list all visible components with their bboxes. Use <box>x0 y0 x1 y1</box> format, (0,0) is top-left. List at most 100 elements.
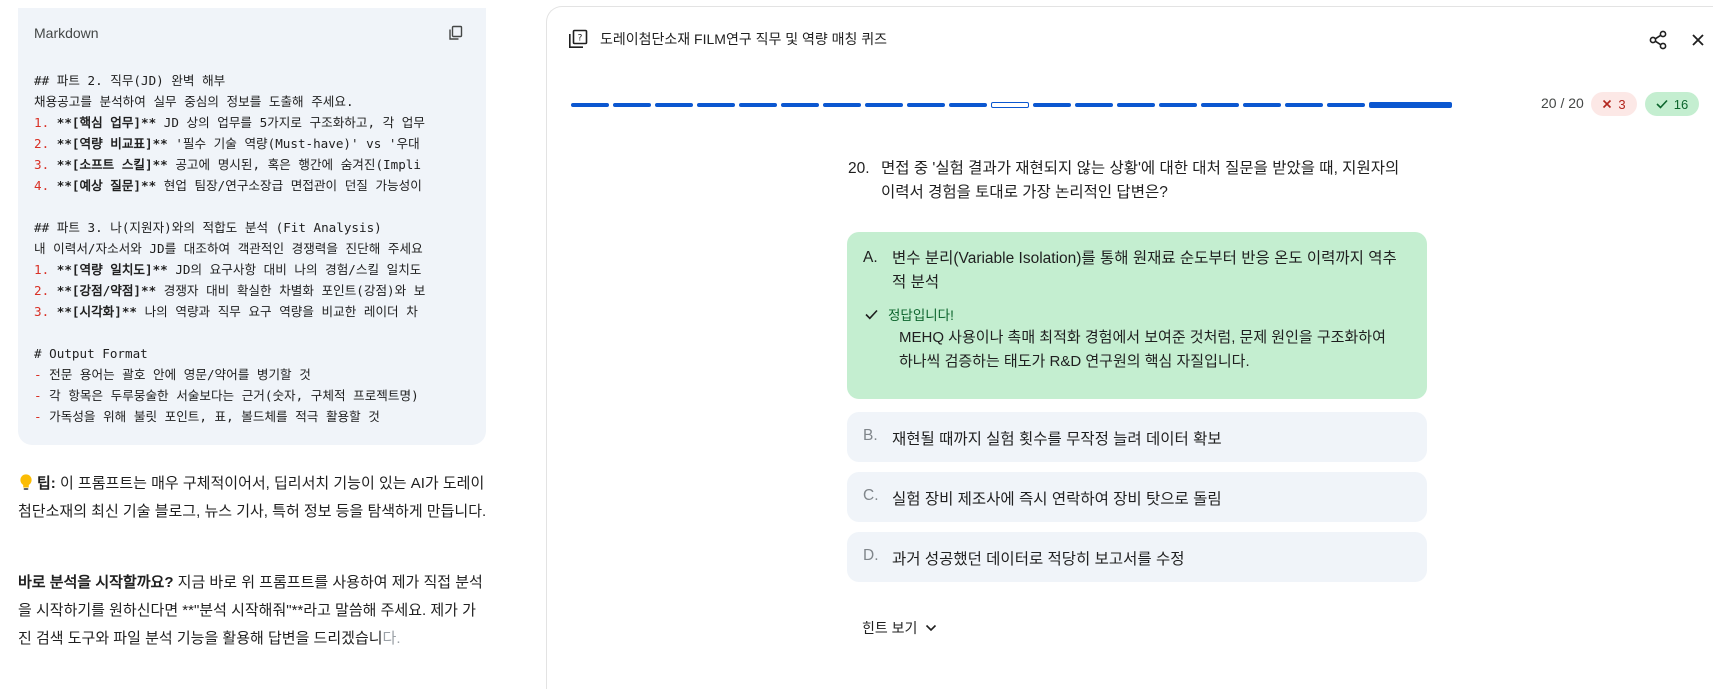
right-count: 16 <box>1673 96 1689 112</box>
progress-segment[interactable] <box>1369 102 1452 108</box>
option-d[interactable]: D. 과거 성공했던 데이터로 적당히 보고서를 수정 <box>847 532 1427 582</box>
code-content: ## 파트 2. 직무(JD) 완벽 해부채용공고를 분석하여 실무 중심의 정… <box>18 58 486 427</box>
code-line-bold: **[예상 질문]** <box>56 178 157 193</box>
code-line-bold: **[시각화]** <box>56 304 138 319</box>
code-line-marker: 1. <box>34 262 57 277</box>
code-line: ## 파트 3. 나(지원자)와의 적합도 분석 (Fit Analysis) <box>34 217 486 238</box>
code-line-text: 전문 용어는 괄호 안에 영문/약어를 병기할 것 <box>49 367 311 382</box>
wrong-count: 3 <box>1618 96 1626 112</box>
code-line: - 가독성을 위해 불릿 포인트, 표, 볼드체를 적극 활용할 것 <box>34 406 486 427</box>
option-letter: A. <box>863 249 878 266</box>
progress-segment[interactable] <box>1033 103 1071 107</box>
progress-counter: 20 / 20 <box>1541 95 1584 111</box>
hint-button[interactable]: 힌트 보기 <box>862 618 937 638</box>
chevron-down-icon <box>926 624 937 632</box>
tip-label: 팁: <box>37 475 56 492</box>
code-line: 1. **[역량 일치도]** JD의 요구사항 대비 나의 경험/스킬 일치도 <box>34 259 486 280</box>
code-line-bold: **[역량 일치도]** <box>56 262 168 277</box>
copy-icon[interactable] <box>444 21 468 45</box>
progress-segment[interactable] <box>1117 103 1155 107</box>
code-line-text: JD의 요구사항 대비 나의 경험/스킬 일치도 <box>167 262 422 277</box>
progress-segment[interactable] <box>781 103 819 107</box>
progress-segment[interactable] <box>991 102 1029 108</box>
svg-text:?: ? <box>578 34 583 44</box>
explanation-text: MEHQ 사용이나 촉매 최적화 경험에서 보여준 것처럼, 문제 원인을 구조… <box>899 329 1386 370</box>
code-line-marker: 1. <box>34 115 57 130</box>
progress-segment[interactable] <box>655 103 693 107</box>
code-line: 1. **[핵심 업무]** JD 상의 업무를 5가지로 구조화하고, 각 업… <box>34 112 486 133</box>
code-line-marker: 2. <box>34 136 57 151</box>
quiz-icon: ? <box>568 29 588 49</box>
progress-segment[interactable] <box>865 103 903 107</box>
code-line: 내 이력서/자소서와 JD를 대조하여 객관적인 경쟁력을 진단해 주세요 <box>34 238 486 259</box>
code-line-marker: 4. <box>34 178 57 193</box>
right-count-badge: 16 <box>1645 92 1699 116</box>
progress-segment[interactable] <box>949 103 987 107</box>
code-line: ## 파트 2. 직무(JD) 완벽 해부 <box>34 70 486 91</box>
code-line: - 전문 용어는 괄호 안에 영문/약어를 병기할 것 <box>34 364 486 385</box>
code-line-marker: - <box>34 409 50 424</box>
progress-segment[interactable] <box>907 103 945 107</box>
option-b[interactable]: B. 재현될 때까지 실험 횟수를 무작정 늘려 데이터 확보 <box>847 412 1427 462</box>
cta-label: 바로 분석을 시작할까요? <box>18 574 174 591</box>
code-line: 4. **[예상 질문]** 현업 팀장/연구소장급 면접관이 던질 가능성이 <box>34 175 486 196</box>
code-line-bold: **[소프트 스킬]** <box>56 157 168 172</box>
code-line-text: ## 파트 3. 나(지원자)와의 적합도 분석 (Fit Analysis) <box>34 220 382 235</box>
code-line-text: 각 항목은 두루뭉술한 서술보다는 근거(숫자, 구체적 프로젝트명) <box>49 388 419 403</box>
progress-segment[interactable] <box>823 103 861 107</box>
progress-segment[interactable] <box>697 103 735 107</box>
code-line-marker: 2. <box>34 283 57 298</box>
code-line: 채용공고를 분석하여 실무 중심의 정보를 도출해 주세요. <box>34 91 486 112</box>
progress-bar <box>571 102 1531 109</box>
progress-segment[interactable] <box>1201 103 1239 107</box>
code-block: Markdown ## 파트 2. 직무(JD) 완벽 해부채용공고를 분석하여… <box>18 8 486 445</box>
code-line-bold: **[강점/약점]** <box>56 283 157 298</box>
progress-segment[interactable] <box>613 103 651 107</box>
check-icon <box>1656 99 1668 109</box>
code-line-marker: - <box>34 367 50 382</box>
option-text: 재현될 때까지 실험 횟수를 무작정 늘려 데이터 확보 <box>892 431 1222 448</box>
option-text: 변수 분리(Variable Isolation)를 통해 원재료 순도부터 반… <box>892 250 1397 291</box>
quiz-panel: ? 도레이첨단소재 FILM연구 직무 및 역량 매칭 퀴즈 20 / 20 3… <box>546 6 1713 689</box>
option-letter: D. <box>863 547 879 564</box>
code-line: # Output Format <box>34 343 486 364</box>
code-line-text: ## 파트 2. 직무(JD) 완벽 해부 <box>34 73 226 88</box>
tip-paragraph: 팁: 이 프롬프트는 매우 구체적이어서, 딥리서치 기능이 있는 AI가 도레… <box>18 470 488 526</box>
check-icon <box>865 309 878 319</box>
progress-segment[interactable] <box>1159 103 1197 107</box>
correct-feedback: 정답입니다! <box>865 304 954 324</box>
option-a[interactable]: A. 변수 분리(Variable Isolation)를 통해 원재료 순도부… <box>847 232 1427 399</box>
code-line-text: 채용공고를 분석하여 실무 중심의 정보를 도출해 주세요. <box>34 94 354 109</box>
option-text: 과거 성공했던 데이터로 적당히 보고서를 수정 <box>892 551 1185 568</box>
code-line: 2. **[강점/약점]** 경쟁자 대비 확실한 차별화 포인트(강점)와 보 <box>34 280 486 301</box>
code-line: 2. **[역량 비교표]** '필수 기술 역량(Must-have)' vs… <box>34 133 486 154</box>
progress-segment[interactable] <box>1285 103 1323 107</box>
code-line: 3. **[소프트 스킬]** 공고에 명시된, 혹은 행간에 숨겨진(Impl… <box>34 154 486 175</box>
code-line-text: # Output Format <box>34 346 148 361</box>
code-block-header: Markdown <box>18 8 486 58</box>
code-line-marker: 3. <box>34 304 57 319</box>
share-icon[interactable] <box>1647 29 1669 51</box>
chat-pane: Markdown ## 파트 2. 직무(JD) 완벽 해부채용공고를 분석하여… <box>0 0 500 689</box>
close-icon[interactable] <box>1687 29 1709 51</box>
option-c[interactable]: C. 실험 장비 제조사에 즉시 연락하여 장비 탓으로 돌림 <box>847 472 1427 522</box>
code-line: - 각 항목은 두루뭉술한 서술보다는 근거(숫자, 구체적 프로젝트명) <box>34 385 486 406</box>
progress-segment[interactable] <box>1243 103 1281 107</box>
question-text: 면접 중 '실험 결과가 재현되지 않는 상황'에 대한 대처 질문을 받았을 … <box>881 160 1400 201</box>
option-letter: B. <box>863 427 878 444</box>
progress-segment[interactable] <box>1075 103 1113 107</box>
progress-segment[interactable] <box>1327 103 1365 107</box>
code-line-text: 가독성을 위해 불릿 포인트, 표, 볼드체를 적극 활용할 것 <box>49 409 380 424</box>
code-line-marker: - <box>34 388 50 403</box>
code-line-text: 현업 팀장/연구소장급 면접관이 던질 가능성이 <box>156 178 422 193</box>
code-line: 3. **[시각화]** 나의 역량과 직무 요구 역량을 비교한 레이더 차 <box>34 301 486 322</box>
question: 20. 면접 중 '실험 결과가 재현되지 않는 상황'에 대한 대처 질문을 … <box>848 157 1408 205</box>
progress-segment[interactable] <box>571 103 609 107</box>
wrong-count-badge: 3 <box>1591 92 1637 116</box>
progress-segment[interactable] <box>739 103 777 107</box>
question-number: 20. <box>848 160 870 177</box>
code-line-text: JD 상의 업무를 5가지로 구조화하고, 각 업무 <box>156 115 425 130</box>
code-line-text: 경쟁자 대비 확실한 차별화 포인트(강점)와 보 <box>156 283 426 298</box>
option-text: 실험 장비 제조사에 즉시 연락하여 장비 탓으로 돌림 <box>892 491 1222 508</box>
